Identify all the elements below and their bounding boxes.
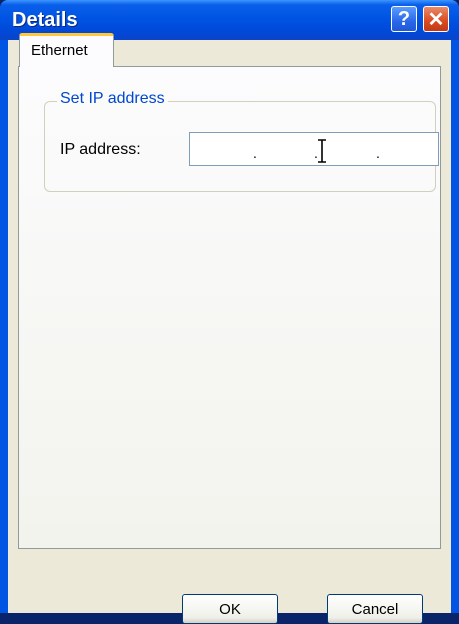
close-icon: ✕ xyxy=(427,8,445,31)
help-icon: ? xyxy=(397,7,411,30)
window-title: Details xyxy=(12,9,78,31)
ip-separator-3: . xyxy=(376,145,380,161)
ip-address-label: IP address: xyxy=(60,141,141,158)
ethernet-tab-panel: Set IP address IP address: . . . xyxy=(18,66,441,549)
set-ip-group: Set IP address IP address: . . . xyxy=(44,90,439,192)
ip-address-input[interactable]: . . . xyxy=(189,132,439,166)
help-button[interactable]: ? xyxy=(391,6,417,32)
tab-label: Ethernet xyxy=(31,42,88,59)
ip-separator-1: . xyxy=(253,145,257,161)
details-dialog: Details ? ✕ Ethernet Set IP address IP a… xyxy=(0,0,459,624)
cancel-button[interactable]: Cancel xyxy=(327,594,423,624)
group-title: Set IP address xyxy=(57,90,168,108)
tab-ethernet[interactable]: Ethernet xyxy=(19,33,114,67)
ok-button[interactable]: OK xyxy=(182,594,278,624)
close-button[interactable]: ✕ xyxy=(423,6,449,32)
text-cursor-icon xyxy=(318,139,326,163)
